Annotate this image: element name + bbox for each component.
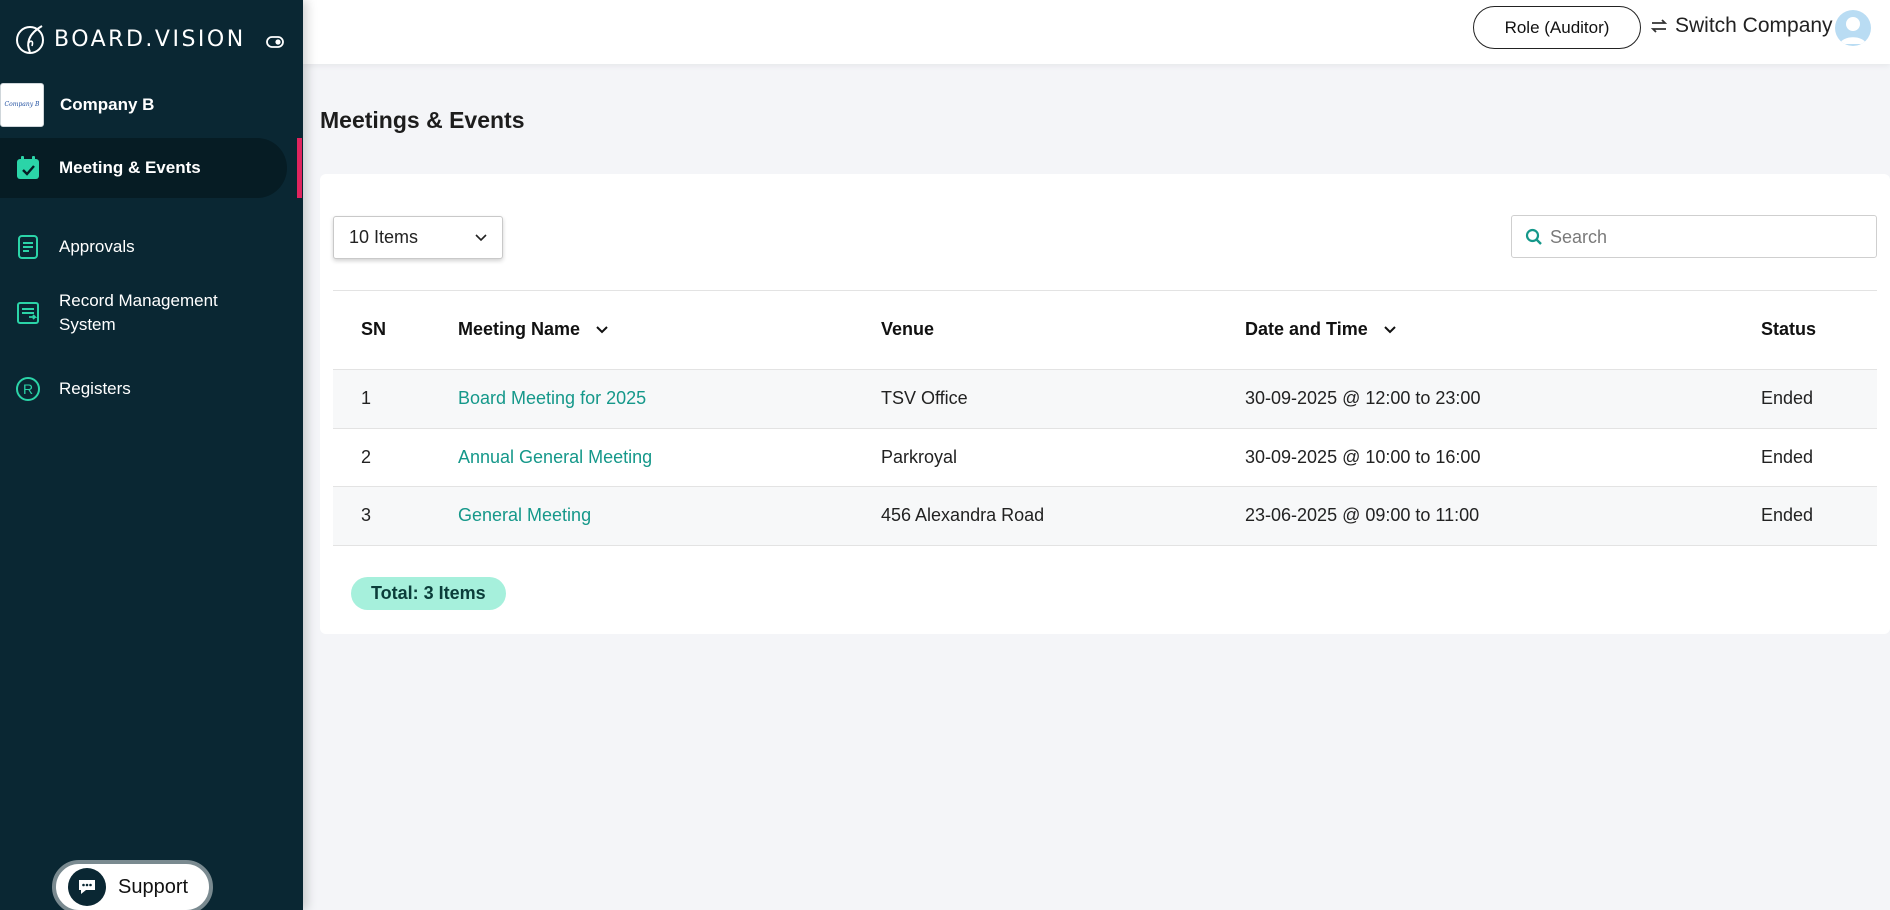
record-icon [17,302,39,324]
user-avatar[interactable] [1835,10,1871,46]
table-row: 3 General Meeting 456 Alexandra Road 23-… [333,487,1877,546]
svg-text:R: R [23,381,33,397]
page-size-select[interactable]: 10 Items [333,216,503,259]
brand-name: BOARD.VISION [54,26,246,52]
column-header-venue: Venue [881,319,935,339]
table-header: SN Meeting Name Venue Date and Time Stat… [333,291,1877,370]
sidebar-item-record-management[interactable]: Record Management System [0,285,287,341]
role-button[interactable]: Role (Auditor) [1473,6,1641,49]
sidebar-toggle-icon[interactable] [265,32,285,52]
cell-status: Ended [1761,505,1814,525]
cell-sn: 2 [361,446,372,467]
search-box [1511,215,1877,258]
search-input[interactable] [1550,220,1868,254]
sidebar-item-label: Registers [59,379,131,398]
page-size-value: 10 Items [349,227,419,247]
chevron-down-icon[interactable] [1382,322,1398,338]
table-body: 1 Board Meeting for 2025 TSV Office 30-0… [333,370,1877,546]
brand-logo[interactable]: BOARD.VISION [14,22,246,56]
cell-datetime: 23-06-2025 @ 09:00 to 11:00 [1245,505,1480,525]
sidebar-item-meeting-events[interactable]: Meeting & Events [0,138,287,198]
switch-company-button[interactable]: Switch Company [1649,14,1833,38]
meeting-name-link[interactable]: General Meeting [458,505,591,526]
switch-company-label: Switch Company [1675,14,1833,37]
top-header: Role (Auditor) Switch Company [303,0,1890,64]
sidebar-item-approvals[interactable]: Approvals [0,222,287,272]
registered-icon: R [16,377,40,401]
meeting-name-link[interactable]: Annual General Meeting [458,447,652,468]
meetings-card: 10 Items SN Meeting Name Venue Date and … [320,174,1890,634]
page-title: Meetings & Events [320,107,525,133]
sidebar-item-label: Meeting & Events [59,158,201,177]
total-items-badge: Total: 3 Items [351,577,506,610]
cell-venue: Parkroyal [881,446,958,467]
meetings-table: SN Meeting Name Venue Date and Time Stat… [333,290,1877,546]
cell-datetime: 30-09-2025 @ 12:00 to 23:00 [1245,388,1481,408]
column-header-sn: SN [361,319,387,339]
logo-mark-icon [16,25,44,54]
table-row: 1 Board Meeting for 2025 TSV Office 30-0… [333,370,1877,429]
chevron-down-icon[interactable] [594,322,610,338]
sidebar-item-label: Approvals [59,237,135,256]
table-row: 2 Annual General Meeting Parkroyal 30-09… [333,429,1877,487]
search-icon [1525,228,1542,245]
support-label: Support [118,875,189,898]
support-button[interactable]: Support [52,860,213,910]
chat-bubble-icon [68,868,106,906]
calendar-check-icon [17,156,39,179]
sidebar-item-label: Record Management System [59,291,218,334]
sidebar: BOARD.VISION Company B Company B Meeting… [0,0,303,910]
cell-status: Ended [1761,446,1814,467]
column-header-meeting-name[interactable]: Meeting Name [458,319,610,340]
cell-datetime: 30-09-2025 @ 10:00 to 16:00 [1245,446,1481,467]
company-logo: Company B [0,82,44,127]
cell-sn: 1 [361,388,372,408]
cell-sn: 3 [361,505,372,525]
company-selector[interactable]: Company B Company B [0,82,154,127]
active-indicator [297,138,302,198]
column-header-status: Status [1761,319,1817,339]
meeting-name-link[interactable]: Board Meeting for 2025 [458,388,646,409]
cell-status: Ended [1761,388,1814,408]
document-icon [18,235,38,259]
chevron-down-icon [475,234,487,242]
company-name: Company B [60,94,155,114]
cell-venue: TSV Office [881,388,968,408]
sidebar-item-registers[interactable]: R Registers [0,364,287,414]
cell-venue: 456 Alexandra Road [881,505,1045,525]
swap-icon [1650,19,1668,33]
column-header-date-time[interactable]: Date and Time [1245,319,1398,340]
user-icon [1840,17,1866,44]
